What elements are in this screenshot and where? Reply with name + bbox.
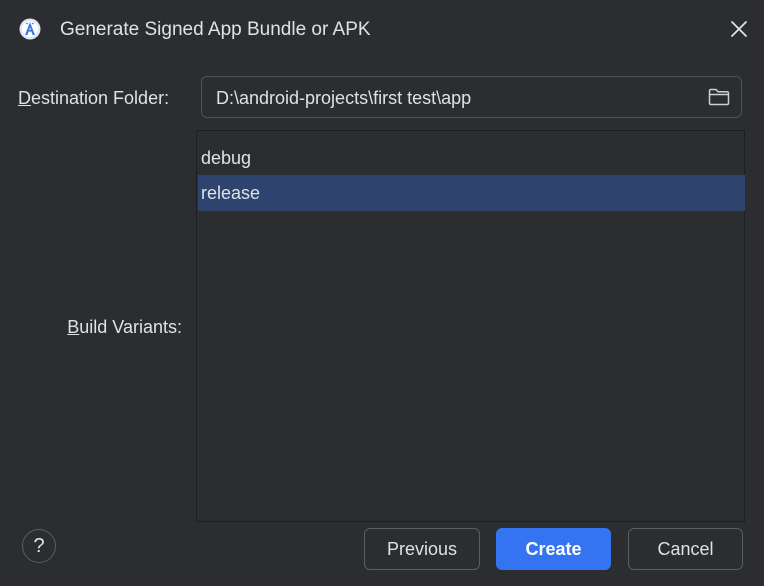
cancel-button[interactable]: Cancel	[628, 528, 743, 570]
build-variants-list[interactable]: debug release	[196, 130, 745, 522]
close-button[interactable]	[726, 16, 752, 42]
help-icon: ?	[33, 534, 45, 557]
help-button[interactable]: ?	[22, 529, 56, 563]
destination-label-text: estination Folder:	[31, 88, 170, 108]
destination-folder-value[interactable]: D:\android-projects\first test\app	[216, 87, 471, 109]
build-variants-label: Build Variants:	[67, 316, 182, 338]
close-icon	[731, 21, 747, 37]
title-bar: Generate Signed App Bundle or APK	[0, 0, 764, 58]
create-button[interactable]: Create	[496, 528, 611, 570]
dialog-title: Generate Signed App Bundle or APK	[60, 19, 371, 40]
generate-signed-apk-dialog: Generate Signed App Bundle or APK Destin…	[0, 0, 764, 586]
list-item-debug[interactable]: debug	[198, 140, 745, 176]
build-variants-label-mnemonic: B	[67, 317, 80, 337]
destination-folder-label: Destination Folder:	[18, 87, 169, 109]
previous-button[interactable]: Previous	[364, 528, 480, 570]
android-studio-icon	[19, 18, 41, 40]
destination-label-mnemonic: D	[18, 88, 31, 108]
destination-folder-field[interactable]: D:\android-projects\first test\app	[201, 76, 742, 118]
folder-icon	[708, 88, 730, 106]
build-variants-label-text: uild Variants:	[79, 317, 182, 337]
list-item-release[interactable]: release	[198, 175, 745, 211]
browse-folder-button[interactable]	[707, 86, 731, 108]
